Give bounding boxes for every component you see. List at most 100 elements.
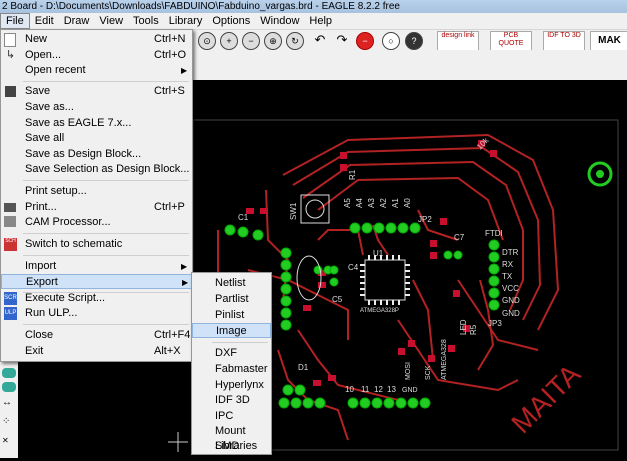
undo-icon[interactable]: ↶ xyxy=(312,32,328,48)
menu-bar: File Edit Draw View Tools Library Option… xyxy=(0,13,627,30)
export-idf-3d[interactable]: IDF 3D xyxy=(192,393,271,408)
menu-view[interactable]: View xyxy=(94,13,128,29)
make-button[interactable]: MAK xyxy=(590,31,627,51)
export-image[interactable]: Image xyxy=(192,323,271,338)
label-atmega328: ATMEGA328 xyxy=(441,339,448,380)
label-u1: U1 xyxy=(373,249,384,258)
zoom-fit-icon[interactable]: ⊙ xyxy=(198,32,216,50)
menu-item-run-ulp[interactable]: ULP Run ULP... xyxy=(1,306,192,321)
label-a2: A2 xyxy=(379,198,388,208)
script-icon: SCR xyxy=(4,292,17,305)
menu-item-save-all[interactable]: Save all xyxy=(1,131,192,146)
menu-item-import[interactable]: Import ▶ xyxy=(1,259,192,274)
menu-item-print[interactable]: Print... Ctrl+P xyxy=(1,200,192,215)
menu-item-save-design-block[interactable]: Save as Design Block... xyxy=(1,147,192,162)
menu-item-export[interactable]: Export ▶ xyxy=(1,274,192,289)
idf-to-3d-button[interactable]: IDF TO 3D xyxy=(543,31,585,51)
label-c5: C5 xyxy=(332,295,343,304)
label-c4: C4 xyxy=(348,263,359,272)
submenu-arrow-icon: ▶ xyxy=(182,278,189,287)
export-pinlist[interactable]: Pinlist xyxy=(192,308,271,323)
export-mount-smd[interactable]: Mount SMD xyxy=(192,424,271,452)
label-atmega328p: ATMEGA328P xyxy=(360,308,399,314)
menu-file[interactable]: File xyxy=(0,13,30,29)
stop-icon[interactable]: − xyxy=(356,32,374,50)
label-12: 12 xyxy=(374,385,383,394)
export-ipc[interactable]: IPC xyxy=(192,409,271,424)
submenu-arrow-icon: ▶ xyxy=(181,66,188,75)
label-c7: C7 xyxy=(454,233,465,242)
menu-item-open[interactable]: ↳ Open... Ctrl+O xyxy=(1,48,192,63)
zoom-out-icon[interactable]: − xyxy=(242,32,260,50)
export-dxf[interactable]: DXF xyxy=(192,346,271,361)
pcb-quote-button[interactable]: PCB QUOTE xyxy=(490,31,532,51)
label-a0: A0 xyxy=(403,198,412,208)
export-partlist[interactable]: Partlist xyxy=(192,292,271,307)
menu-library[interactable]: Library xyxy=(164,13,208,29)
printer-icon xyxy=(4,203,16,212)
ripup-icon[interactable]: ✕ xyxy=(2,436,16,448)
move-icon[interactable]: ↔ xyxy=(2,398,16,408)
label-10: 10 xyxy=(345,385,354,394)
label-sw1: SW1 xyxy=(289,202,298,220)
label-r1: R1 xyxy=(348,169,357,180)
export-netlist[interactable]: Netlist xyxy=(192,276,271,291)
label-gnd-2: GND xyxy=(502,309,520,318)
redo-icon[interactable]: ↷ xyxy=(334,32,350,48)
label-13: 13 xyxy=(387,385,396,394)
zoom-select-icon[interactable]: ⊕ xyxy=(264,32,282,50)
menu-item-save-as[interactable]: Save as... xyxy=(1,100,192,115)
menu-item-execute-script[interactable]: SCR Execute Script... xyxy=(1,291,192,306)
menu-edit[interactable]: Edit xyxy=(30,13,59,29)
menu-item-new[interactable]: New Ctrl+N xyxy=(1,32,192,47)
label-a5: A5 xyxy=(343,198,352,208)
menu-item-switch-schematic[interactable]: SCH Switch to schematic xyxy=(1,237,192,252)
ratsnest-icon[interactable]: ⁘ xyxy=(2,416,16,428)
layer-icon[interactable] xyxy=(2,368,16,378)
menu-separator xyxy=(23,81,189,82)
label-a3: A3 xyxy=(367,198,376,208)
crosshair-cursor xyxy=(168,432,188,452)
design-link-button[interactable]: design link xyxy=(437,31,479,51)
menu-tools[interactable]: Tools xyxy=(128,13,164,29)
menu-item-open-recent[interactable]: Open recent ▶ xyxy=(1,63,192,78)
label-vcc: VCC xyxy=(502,284,519,293)
save-icon xyxy=(5,86,16,97)
menu-item-save-as-eagle7[interactable]: Save as EAGLE 7.x... xyxy=(1,116,192,131)
schematic-icon: SCH xyxy=(4,238,17,251)
export-hyperlynx[interactable]: Hyperlynx xyxy=(192,378,271,393)
export-submenu: Netlist Partlist Pinlist Image DXF Fabma… xyxy=(191,272,272,455)
menu-item-print-setup[interactable]: Print setup... xyxy=(1,184,192,199)
menu-window[interactable]: Window xyxy=(255,13,304,29)
menu-help[interactable]: Help xyxy=(304,13,337,29)
menu-separator xyxy=(23,324,189,325)
label-dtr: DTR xyxy=(502,248,519,257)
label-a4: A4 xyxy=(355,198,364,208)
export-fabmaster[interactable]: Fabmaster xyxy=(192,362,271,377)
label-ftdi: FTDI xyxy=(485,229,503,238)
file-menu: New Ctrl+N ↳ Open... Ctrl+O Open recent ▶ S… xyxy=(0,29,193,362)
label-led: LED xyxy=(459,319,468,335)
label-r5: R5 xyxy=(469,324,478,335)
submenu-arrow-icon: ▶ xyxy=(181,262,188,271)
go-icon[interactable]: ○ xyxy=(382,32,400,50)
label-a1: A1 xyxy=(391,198,400,208)
menu-item-exit[interactable]: Exit Alt+X xyxy=(1,344,192,359)
export-libraries[interactable]: Libraries xyxy=(192,439,271,454)
menu-item-close[interactable]: Close Ctrl+F4 xyxy=(1,328,192,343)
atmega-pins xyxy=(360,255,410,305)
menu-item-save-selection-design-block[interactable]: Save Selection as Design Block... xyxy=(1,162,192,177)
zoom-in-icon[interactable]: + xyxy=(220,32,238,50)
menu-draw[interactable]: Draw xyxy=(59,13,95,29)
label-rx: RX xyxy=(502,260,514,269)
maita-watermark: MAITA xyxy=(505,358,586,439)
layer-stack-icon[interactable] xyxy=(2,382,16,392)
redraw-icon[interactable]: ↻ xyxy=(286,32,304,50)
menu-item-cam-processor[interactable]: CAM Processor... xyxy=(1,215,192,230)
help-icon[interactable]: ? xyxy=(405,32,423,50)
window-title: 2 Board - D:\Documents\Downloads\FABDUIN… xyxy=(2,1,400,12)
menu-item-save[interactable]: Save Ctrl+S xyxy=(1,84,192,99)
menu-separator xyxy=(23,233,189,234)
cam-icon xyxy=(4,216,16,227)
menu-options[interactable]: Options xyxy=(207,13,255,29)
